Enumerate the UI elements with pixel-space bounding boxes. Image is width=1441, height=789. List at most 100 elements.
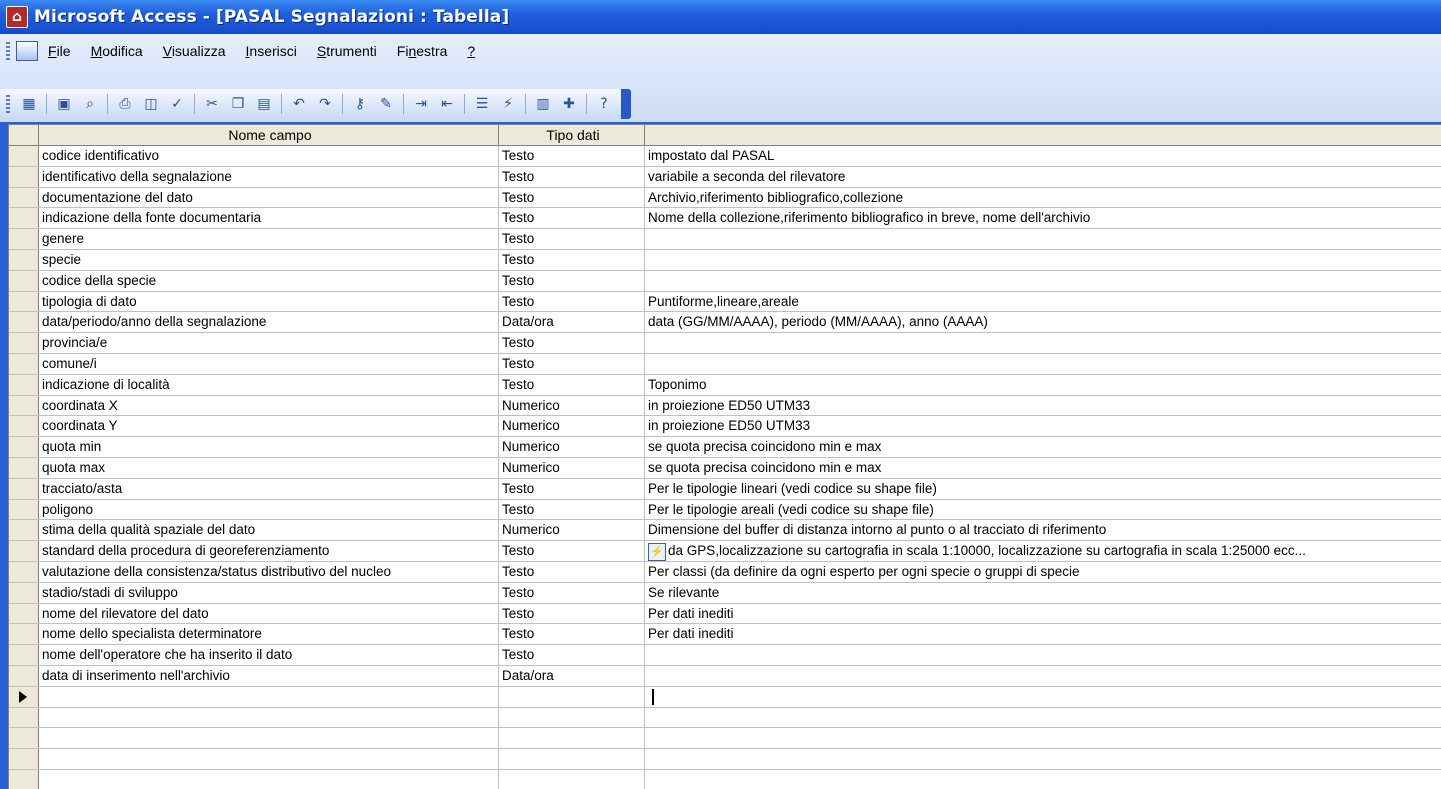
row-selector[interactable] [9, 603, 39, 624]
menu-inserisci[interactable]: Inserisci [246, 43, 297, 59]
data-type-cell[interactable]: Testo [499, 624, 645, 645]
description-cell[interactable]: Puntiforme,lineare,areale [645, 292, 1441, 312]
data-type-cell[interactable]: Testo [499, 541, 645, 561]
description-cell[interactable]: Archivio,riferimento bibliografico,colle… [645, 188, 1441, 208]
description-cell[interactable] [645, 333, 1441, 353]
field-name-cell[interactable]: comune/i [39, 353, 499, 374]
field-row[interactable]: quota max Numerico se quota precisa coinci… [9, 457, 1441, 479]
view-icon[interactable]: ▦ [18, 93, 40, 115]
row-selector[interactable] [9, 645, 39, 665]
menu-file[interactable]: File [48, 43, 71, 59]
row-selector[interactable] [9, 707, 39, 728]
field-row[interactable]: indicazione della fonte documentaria Test… [9, 208, 1441, 230]
cut-icon[interactable]: ✂ [201, 93, 223, 115]
description-cell[interactable] [645, 271, 1441, 291]
description-cell[interactable] [645, 708, 1441, 728]
row-selector[interactable] [9, 229, 39, 249]
field-row[interactable]: codice della specie Testo [9, 270, 1441, 292]
data-type-cell[interactable]: Numerico [499, 520, 645, 541]
description-cell[interactable]: se quota precisa coincidono min e max [645, 437, 1441, 457]
row-selector[interactable] [9, 353, 39, 374]
description-cell[interactable]: Se rilevante [645, 583, 1441, 603]
copy-icon[interactable]: ❐ [227, 93, 249, 115]
field-row[interactable]: stadio/stadi di sviluppo Testo Se rilevant… [9, 582, 1441, 604]
row-selector[interactable] [9, 499, 39, 520]
field-name-cell[interactable]: valutazione della consistenza/status dis… [39, 561, 499, 582]
description-cell[interactable]: Dimensione del buffer di distanza intorn… [645, 520, 1441, 540]
data-type-cell[interactable]: Data/ora [499, 312, 645, 333]
description-cell[interactable]: Per dati inediti [645, 604, 1441, 624]
field-name-cell[interactable]: data di inserimento nell'archivio [39, 665, 499, 686]
row-selector[interactable] [9, 312, 39, 333]
row-selector[interactable] [9, 686, 39, 707]
data-type-cell[interactable]: Numerico [499, 437, 645, 457]
field-row[interactable]: quota min Numerico se quota precisa coinci… [9, 437, 1441, 458]
description-cell[interactable]: in proiezione ED50 UTM33 [645, 416, 1441, 436]
row-selector[interactable] [9, 249, 39, 270]
undo-icon[interactable]: ↶ [288, 93, 310, 115]
row-selector[interactable] [9, 437, 39, 457]
field-name-cell[interactable]: nome dell'operatore che ha inserito il d… [39, 645, 499, 665]
description-cell[interactable]: Per classi (da definire da ogni esperto … [645, 562, 1441, 582]
empty-row[interactable] [9, 707, 1441, 729]
row-selector[interactable] [9, 395, 39, 416]
field-row[interactable]: tipologia di dato Testo Puntiforme,lineare… [9, 291, 1441, 313]
insert-rows-icon[interactable]: ⇥ [410, 93, 432, 115]
row-selector[interactable] [9, 749, 39, 769]
data-type-cell[interactable]: Testo [499, 603, 645, 624]
empty-row[interactable] [9, 749, 1441, 770]
builder-icon[interactable]: ✎ [375, 93, 397, 115]
print-preview-icon[interactable]: ◫ [140, 93, 162, 115]
data-type-cell[interactable]: Testo [499, 208, 645, 229]
field-name-cell[interactable]: genere [39, 229, 499, 249]
database-window-icon[interactable]: ▥ [532, 93, 554, 115]
primary-key-icon[interactable]: ⚷ [349, 93, 371, 115]
description-cell[interactable] [645, 645, 1441, 665]
row-selector[interactable] [9, 520, 39, 541]
field-row[interactable]: data di inserimento nell'archivio Data/or… [9, 665, 1441, 687]
data-type-cell[interactable]: Testo [499, 561, 645, 582]
field-name-cell[interactable]: indicazione della fonte documentaria [39, 208, 499, 229]
field-row[interactable]: documentazione del dato Testo Archivio,rif… [9, 187, 1441, 209]
description-cell[interactable] [645, 749, 1441, 769]
row-selector[interactable] [9, 146, 39, 166]
toolbar-options-button[interactable] [621, 89, 631, 119]
header-description[interactable] [645, 125, 1441, 145]
menu-finestra[interactable]: Finestra [397, 43, 448, 59]
data-type-cell[interactable]: Testo [499, 333, 645, 353]
field-row[interactable]: codice identificativo Testo impostato dal … [9, 146, 1441, 167]
field-name-cell[interactable]: tipologia di dato [39, 291, 499, 312]
data-type-cell[interactable]: Testo [499, 146, 645, 166]
data-type-cell[interactable]: Data/ora [499, 665, 645, 686]
field-row[interactable]: indicazione di località Testo Toponimo [9, 374, 1441, 396]
field-name-cell[interactable]: coordinata Y [39, 416, 499, 437]
description-cell[interactable] [645, 229, 1441, 249]
row-selector[interactable] [9, 374, 39, 395]
new-object-icon[interactable]: ✚ [558, 93, 580, 115]
field-row[interactable]: identificativo della segnalazione Testo va… [9, 166, 1441, 188]
header-field-name[interactable]: Nome campo [39, 125, 499, 145]
description-cell[interactable]: Nome della collezione,riferimento biblio… [645, 208, 1441, 228]
description-cell[interactable] [645, 354, 1441, 374]
field-row[interactable]: valutazione della consistenza/status dis… [9, 561, 1441, 583]
search-icon[interactable]: ⌕ [79, 93, 101, 115]
data-type-cell[interactable] [499, 728, 645, 749]
data-type-cell[interactable]: Testo [499, 645, 645, 665]
field-name-cell[interactable] [39, 686, 499, 707]
row-selector[interactable] [9, 728, 39, 749]
field-row[interactable]: nome dello specialista determinatore Test… [9, 624, 1441, 646]
print-icon[interactable]: ⎙ [114, 93, 136, 115]
row-selector[interactable] [9, 166, 39, 187]
data-type-cell[interactable] [499, 686, 645, 707]
data-type-cell[interactable]: Numerico [499, 416, 645, 437]
row-selector[interactable] [9, 208, 39, 229]
header-data-type[interactable]: Tipo dati [499, 125, 645, 145]
description-cell[interactable]: in proiezione ED50 UTM33 [645, 396, 1441, 416]
row-selector[interactable] [9, 582, 39, 603]
description-cell[interactable] [645, 770, 1441, 789]
field-row[interactable]: stima della qualità spaziale del dato Num… [9, 520, 1441, 542]
field-name-cell[interactable]: stadio/stadi di sviluppo [39, 582, 499, 603]
field-name-cell[interactable] [39, 728, 499, 749]
field-name-cell[interactable]: nome dello specialista determinatore [39, 624, 499, 645]
data-type-cell[interactable]: Testo [499, 374, 645, 395]
